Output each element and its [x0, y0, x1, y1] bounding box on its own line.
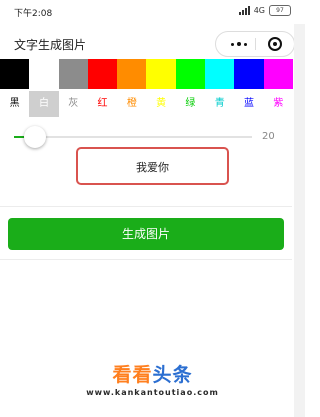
divider	[0, 259, 292, 260]
generate-image-button[interactable]: 生成图片	[8, 218, 284, 250]
color-label-7[interactable]: 青	[205, 91, 234, 117]
color-label-3[interactable]: 红	[88, 91, 117, 117]
color-label-9[interactable]: 紫	[264, 91, 293, 117]
color-label-5[interactable]: 黄	[146, 91, 175, 117]
color-swatch-0[interactable]	[0, 59, 30, 89]
watermark: 看看头条 www.kankantoutiao.com	[0, 360, 305, 397]
slider-thumb[interactable]	[24, 126, 46, 148]
watermark-logo: 看看头条	[112, 364, 193, 386]
text-input-value: 我爱你	[136, 161, 169, 174]
divider	[0, 206, 292, 207]
text-input[interactable]: 我爱你	[76, 147, 229, 185]
signal-icon	[238, 6, 250, 15]
color-label-0[interactable]: 黑	[0, 91, 29, 117]
color-labels: 黑白灰红橙黄绿青蓝紫	[0, 91, 293, 117]
slider-value: 20	[262, 131, 275, 142]
font-size-slider[interactable]	[14, 126, 252, 148]
color-swatch-7[interactable]	[205, 59, 235, 89]
color-swatch-4[interactable]	[117, 59, 147, 89]
color-label-1[interactable]: 白	[29, 91, 59, 117]
color-swatch-6[interactable]	[175, 59, 206, 89]
slider-track	[14, 136, 252, 138]
color-swatch-2[interactable]	[58, 59, 88, 89]
color-swatch-3[interactable]	[87, 59, 118, 89]
miniprogram-capsule	[215, 31, 295, 57]
color-swatch-5[interactable]	[146, 59, 176, 89]
page-title: 文字生成图片	[14, 38, 87, 52]
capsule-divider	[255, 38, 256, 50]
status-indicators: 4G 97	[238, 5, 291, 16]
more-icon[interactable]	[224, 32, 254, 56]
battery-icon: 97	[269, 5, 291, 16]
color-label-8[interactable]: 蓝	[234, 91, 263, 117]
color-swatch-1[interactable]	[29, 59, 59, 89]
color-label-4[interactable]: 橙	[117, 91, 146, 117]
nav-bar: 文字生成图片	[0, 28, 305, 60]
color-label-2[interactable]: 灰	[59, 91, 88, 117]
status-bar: 下午2:08 4G 97	[0, 0, 305, 24]
color-swatch-8[interactable]	[234, 59, 264, 89]
close-icon[interactable]	[268, 37, 282, 51]
network-label: 4G	[253, 6, 265, 15]
color-label-6[interactable]: 绿	[176, 91, 205, 117]
color-swatches	[0, 59, 293, 89]
status-time: 下午2:08	[14, 9, 53, 19]
color-swatch-9[interactable]	[263, 59, 293, 89]
scroll-edge	[294, 24, 305, 417]
watermark-url: www.kankantoutiao.com	[86, 388, 219, 397]
